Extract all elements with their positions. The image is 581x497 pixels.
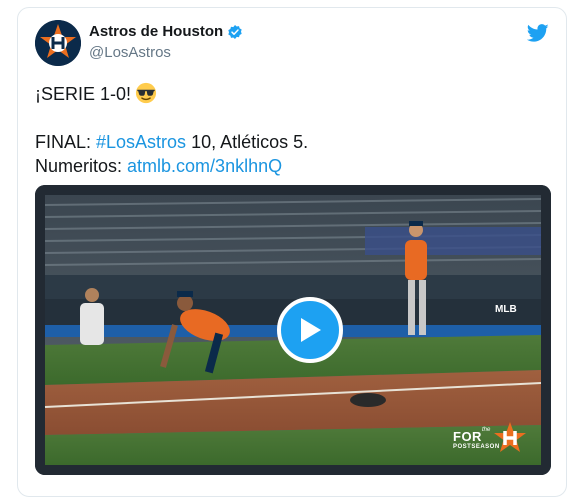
tweet-line-1: ¡SERIE 1-0! — [35, 82, 545, 106]
watermark-the-text: the — [482, 427, 491, 433]
astros-logo-icon — [35, 20, 81, 66]
smiling-face-with-sunglasses-emoji — [135, 82, 157, 104]
play-button[interactable] — [277, 297, 343, 363]
video-player[interactable]: MLB FOR the POSTSEASON — [35, 185, 551, 475]
stadium-sign: MLB — [495, 304, 517, 315]
astros-star-icon — [494, 422, 526, 452]
final-label: FINAL: — [35, 132, 97, 152]
tweet-line-stats: Numeritos: atmlb.com/3nklhnQ — [35, 154, 545, 178]
avatar[interactable] — [35, 20, 81, 66]
play-icon — [301, 318, 321, 342]
twitter-bird-icon[interactable] — [527, 22, 549, 44]
handle[interactable]: @LosAstros — [89, 44, 171, 61]
stats-url-link[interactable]: atmlb.com/3nklhnQ — [127, 156, 282, 176]
stats-label: Numeritos: — [35, 156, 128, 176]
watermark-for-text: FOR — [453, 429, 482, 444]
final-score: 10, Atléticos 5. — [186, 132, 309, 152]
display-name[interactable]: Astros de Houston — [89, 23, 223, 40]
tweet-text: ¡SERIE 1-0! FINAL: #LosAstros 10, Atléti… — [35, 82, 545, 178]
hashtag-link[interactable]: #LosAstros — [96, 132, 186, 152]
tweet-card[interactable]: Astros de Houston @LosAstros ¡SERIE 1-0!… — [17, 7, 567, 497]
tweet-headline: ¡SERIE 1-0! — [35, 84, 132, 104]
verified-badge-icon — [228, 24, 242, 39]
tweet-line-final: FINAL: #LosAstros 10, Atléticos 5. — [35, 130, 545, 154]
